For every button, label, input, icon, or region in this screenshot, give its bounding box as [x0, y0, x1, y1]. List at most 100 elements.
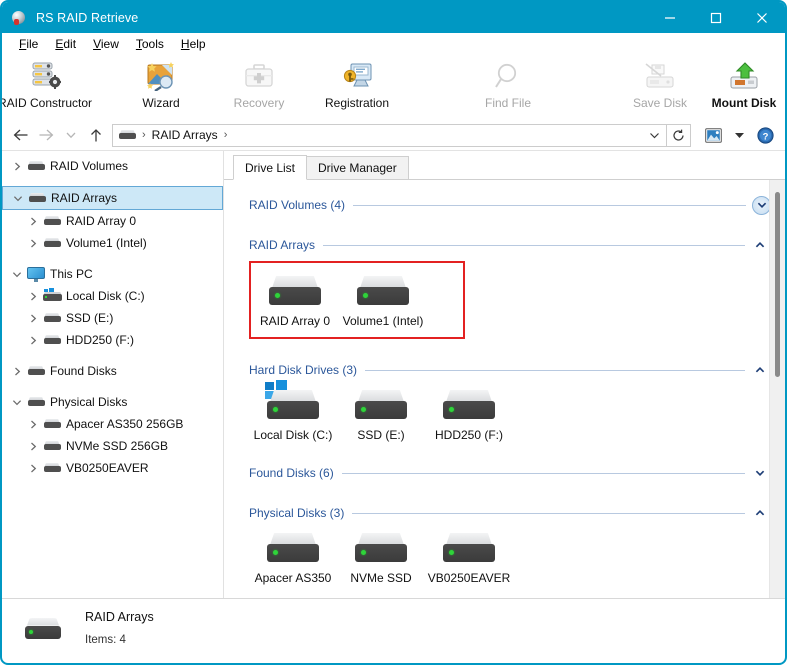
refresh-icon[interactable]: [667, 123, 691, 147]
view-mode-icon[interactable]: [701, 124, 725, 146]
chevron-right-icon[interactable]: [24, 336, 42, 345]
toolbar-raid-constructor[interactable]: RAID Constructor: [2, 59, 92, 110]
menu-view[interactable]: View: [85, 34, 128, 55]
toolbar-registration-label: Registration: [324, 96, 390, 110]
svg-text:?: ?: [762, 131, 768, 142]
drive-icon: [267, 533, 319, 563]
minimize-button[interactable]: [647, 2, 693, 33]
drive-item-volume1-intel[interactable]: Volume1 (Intel): [339, 263, 427, 328]
chevron-right-icon[interactable]: [24, 217, 42, 226]
chevron-up-icon[interactable]: [749, 241, 771, 249]
chevron-up-icon[interactable]: [749, 366, 771, 374]
chevron-right-icon[interactable]: [24, 314, 42, 323]
drive-item-raid-array-0[interactable]: RAID Array 0: [251, 263, 339, 328]
sidebar-item-this-pc[interactable]: This PC: [2, 263, 223, 285]
drive-item-apacer-as350[interactable]: Apacer AS350: [249, 522, 337, 585]
view-dropdown-icon[interactable]: [727, 124, 751, 146]
chevron-down-icon[interactable]: [8, 398, 26, 407]
chevron-right-icon[interactable]: [8, 162, 26, 171]
drive-icon: [42, 441, 62, 451]
menu-tools[interactable]: Tools: [128, 34, 173, 55]
drive-item-nvme-ssd[interactable]: NVMe SSD: [337, 522, 425, 585]
section-title: Physical Disks (3): [249, 506, 345, 520]
chevron-right-icon[interactable]: [24, 239, 42, 248]
sidebar-item-found-disks[interactable]: Found Disks: [2, 360, 223, 382]
menu-view-rest: iew: [100, 37, 119, 51]
window-controls: [647, 2, 785, 33]
sidebar-tree[interactable]: RAID Volumes RAID Arrays RAID Array 0 Vo…: [2, 151, 224, 598]
section-header-physical-disks[interactable]: Physical Disks (3): [249, 504, 771, 522]
sidebar-item-label: This PC: [50, 267, 93, 281]
toolbar-registration[interactable]: Registration: [320, 59, 394, 110]
app-window: RS RAID Retrieve File Edit View Tools He…: [0, 0, 787, 665]
history-chevron-icon[interactable]: [58, 123, 83, 147]
toolbar-wizard[interactable]: Wizard: [124, 59, 198, 110]
toolbar-find-file-label: Find File: [484, 96, 531, 110]
drive-icon: [42, 335, 62, 345]
sidebar-item-hdd250-f[interactable]: HDD250 (F:): [2, 329, 223, 351]
chevron-down-icon[interactable]: [9, 194, 27, 203]
chevron-right-icon[interactable]: [24, 420, 42, 429]
sidebar-item-local-disk-c[interactable]: Local Disk (C:): [2, 285, 223, 307]
drive-list-pane: RAID Volumes (4) RAID Arrays RAID Array …: [224, 180, 785, 598]
sidebar-item-label: RAID Array 0: [66, 214, 137, 228]
drive-item-label: VB0250EAVER: [427, 571, 511, 585]
sidebar-item-raid-arrays[interactable]: RAID Arrays: [2, 186, 223, 210]
menu-edit[interactable]: Edit: [47, 34, 85, 55]
section-header-found-disks[interactable]: Found Disks (6): [249, 464, 771, 482]
drive-item-vb0250eaver[interactable]: VB0250EAVER: [425, 522, 513, 585]
section-header-hard-disk-drives[interactable]: Hard Disk Drives (3): [249, 361, 771, 379]
breadcrumb-root-icon[interactable]: [119, 129, 136, 141]
sidebar-item-raid-array-0[interactable]: RAID Array 0: [2, 210, 223, 232]
sidebar-item-ssd-e[interactable]: SSD (E:): [2, 307, 223, 329]
chevron-right-icon[interactable]: [24, 292, 42, 301]
chevron-down-icon[interactable]: [749, 469, 771, 477]
status-title: RAID Arrays: [85, 610, 154, 624]
breadcrumb-item-raid-arrays[interactable]: RAID Arrays: [150, 128, 220, 142]
menu-view-label: V: [93, 37, 101, 51]
drive-icon: [443, 390, 495, 420]
sidebar-item-apacer-as350[interactable]: Apacer AS350 256GB: [2, 413, 223, 435]
sidebar-item-volume1-intel[interactable]: Volume1 (Intel): [2, 232, 223, 254]
system-disk-icon: [42, 288, 62, 302]
menu-file-rest: ile: [26, 37, 39, 51]
section-header-raid-arrays[interactable]: RAID Arrays: [249, 236, 771, 254]
menu-tools-rest: ools: [141, 37, 164, 51]
menu-file[interactable]: File: [11, 34, 47, 55]
drive-item-ssd-e[interactable]: SSD (E:): [337, 379, 425, 442]
vertical-scrollbar[interactable]: [769, 180, 785, 598]
sidebar-item-nvme-ssd[interactable]: NVMe SSD 256GB: [2, 435, 223, 457]
toolbar-mount-disk-label: Mount Disk: [711, 96, 777, 110]
maximize-button[interactable]: [693, 2, 739, 33]
drive-item-hdd250-f[interactable]: HDD250 (F:): [425, 379, 513, 442]
tab-drive-manager[interactable]: Drive Manager: [306, 156, 409, 179]
sidebar-item-raid-volumes[interactable]: RAID Volumes: [2, 155, 223, 177]
chevron-right-icon[interactable]: [24, 464, 42, 473]
chevron-down-icon[interactable]: [8, 270, 26, 279]
address-bar-right-tools: ?: [691, 124, 777, 146]
toolbar-save-disk[interactable]: Save Disk: [623, 59, 697, 110]
toolbar-recovery[interactable]: Recovery: [222, 59, 296, 110]
close-button[interactable]: [739, 2, 785, 33]
back-arrow-icon[interactable]: [8, 123, 33, 147]
toolbar-mount-disk[interactable]: Mount Disk: [707, 59, 781, 110]
breadcrumb-separator-1[interactable]: ›: [220, 129, 232, 141]
sidebar-item-physical-disks[interactable]: Physical Disks: [2, 391, 223, 413]
up-arrow-icon[interactable]: [83, 123, 108, 147]
forward-arrow-icon[interactable]: [33, 123, 58, 147]
address-dropdown-icon[interactable]: [644, 131, 664, 140]
menu-help[interactable]: Help: [173, 34, 215, 55]
section-header-raid-volumes[interactable]: RAID Volumes (4): [249, 195, 771, 215]
chevron-right-icon[interactable]: [8, 367, 26, 376]
system-disk-icon: [265, 380, 319, 420]
sidebar-item-vb0250eaver[interactable]: VB0250EAVER: [2, 457, 223, 479]
drive-item-local-disk-c[interactable]: Local Disk (C:): [249, 379, 337, 442]
tab-drive-list[interactable]: Drive List: [233, 155, 308, 180]
toolbar-find-file[interactable]: Find File: [471, 59, 545, 110]
tab-drive-manager-label: Drive Manager: [318, 161, 397, 175]
address-input[interactable]: › RAID Arrays ›: [112, 123, 667, 147]
chevron-right-icon[interactable]: [24, 442, 42, 451]
help-icon[interactable]: ?: [753, 124, 777, 146]
chevron-up-icon[interactable]: [749, 509, 771, 517]
scrollbar-thumb[interactable]: [775, 192, 780, 377]
